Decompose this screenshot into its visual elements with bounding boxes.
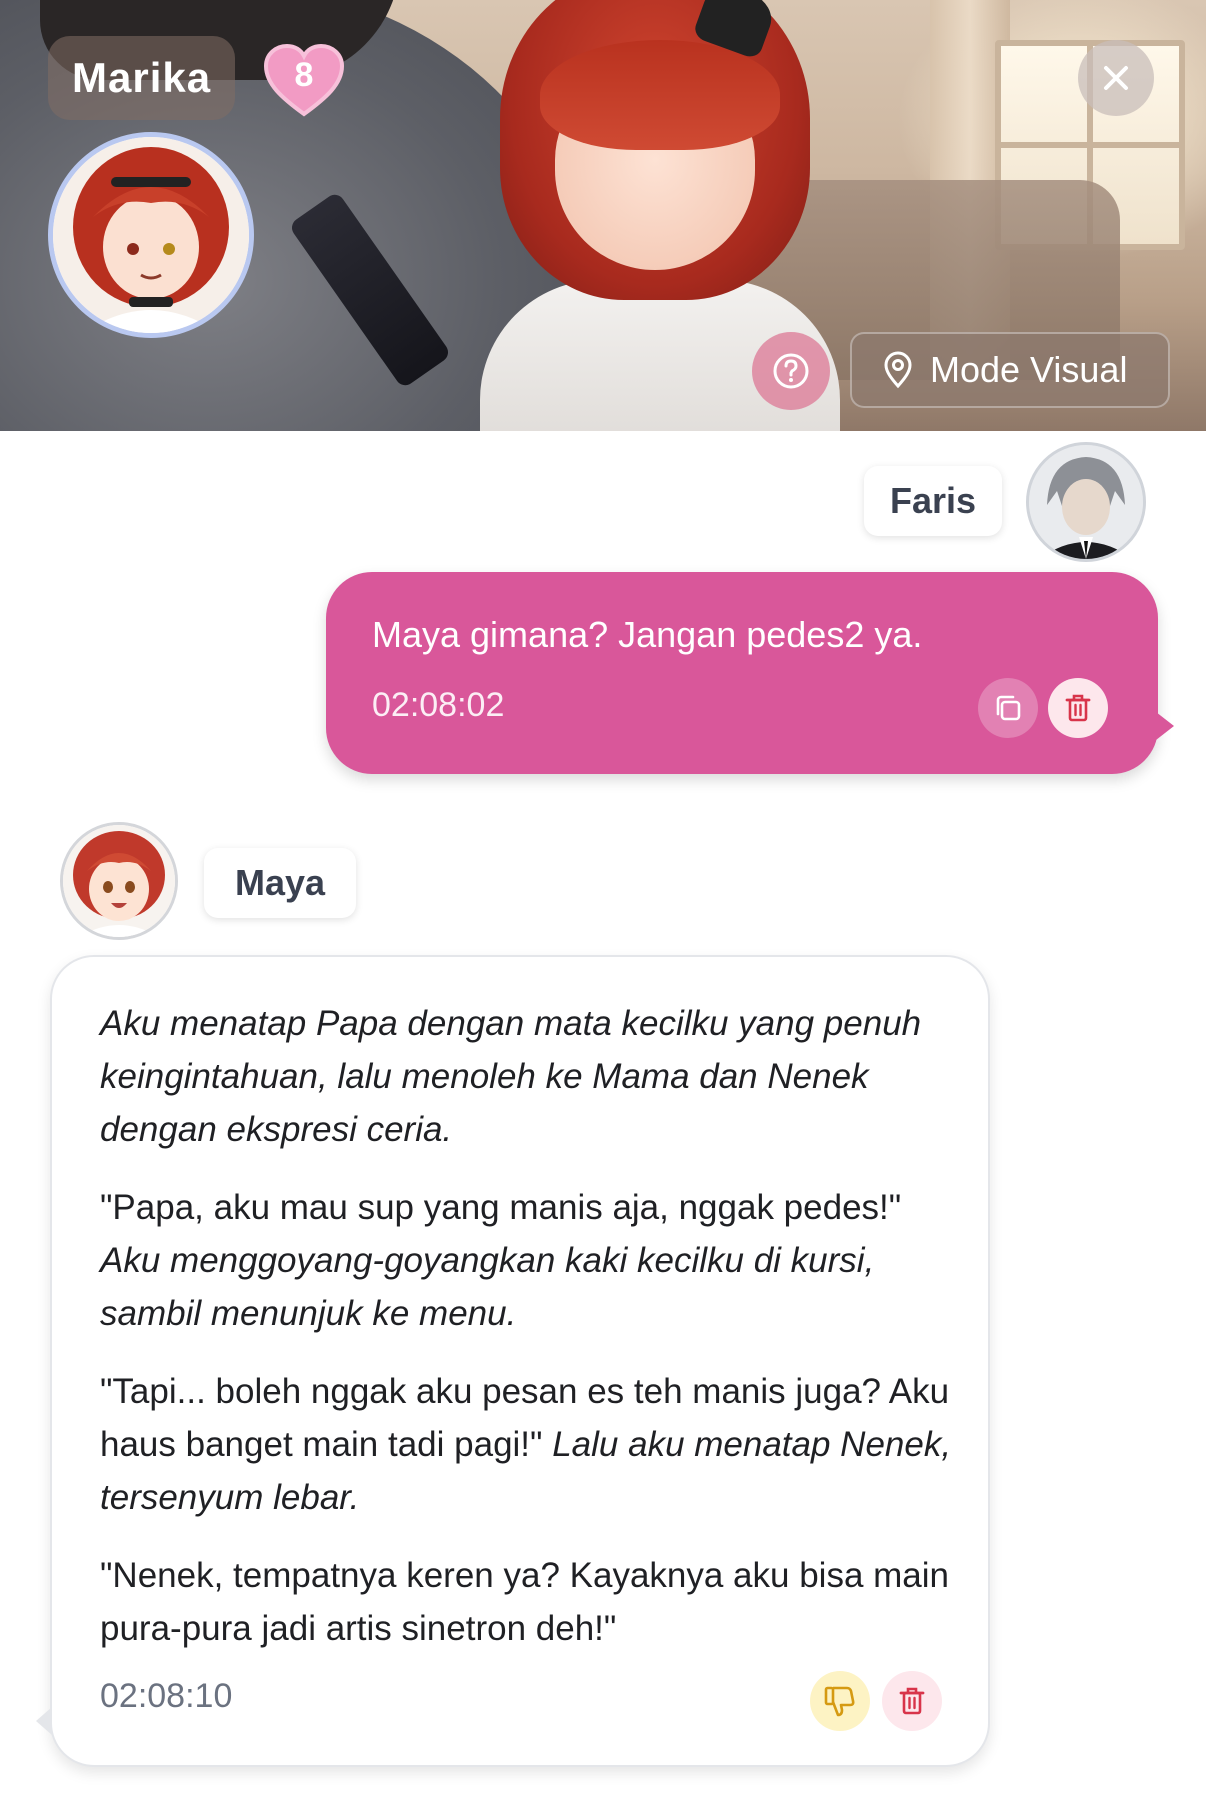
maya-name-chip: Maya: [204, 848, 356, 918]
copy-button[interactable]: [978, 678, 1038, 738]
map-pin-icon: [884, 351, 912, 389]
delete-user-message-button[interactable]: [1048, 678, 1108, 738]
dislike-button[interactable]: [810, 1671, 870, 1731]
dialogue-text: "Nenek, tempatnya keren ya? Kayaknya aku…: [100, 1556, 950, 1648]
close-icon: [1104, 66, 1128, 90]
character-message-time: 02:08:10: [100, 1677, 233, 1715]
affection-badge[interactable]: 8: [262, 42, 346, 118]
trash-icon: [899, 1687, 925, 1715]
affection-level: 8: [294, 56, 314, 94]
narration-text: Aku menggoyang-goyangkan kaki kecilku di…: [100, 1241, 875, 1333]
copy-icon: [996, 695, 1021, 721]
character-name-chip[interactable]: Marika: [48, 36, 236, 120]
question-circle-icon: [773, 353, 809, 389]
character-avatar[interactable]: [48, 132, 254, 338]
dialogue-text: "Papa, aku mau sup yang manis aja, nggak…: [100, 1188, 902, 1227]
maya-name: Maya: [234, 862, 326, 903]
user-message-bubble: Maya gimana? Jangan pedes2 ya. 02:08:02: [326, 572, 1174, 774]
user-message-time: 02:08:02: [372, 686, 505, 724]
scene-girl-bangs: [540, 40, 780, 150]
character-name: Marika: [72, 54, 212, 101]
delete-character-message-button[interactable]: [882, 1671, 942, 1731]
maya-avatar-image: [63, 825, 175, 937]
maya-avatar[interactable]: [60, 822, 178, 940]
thumbs-down-icon: [824, 1686, 855, 1717]
message-paragraph: "Papa, aku mau sup yang manis aja, nggak…: [100, 1181, 960, 1340]
close-button[interactable]: [1078, 40, 1154, 116]
user-message-text: Maya gimana? Jangan pedes2 ya.: [372, 614, 923, 655]
bubble-tail: [36, 1707, 52, 1735]
message-paragraph: "Tapi... boleh nggak aku pesan es teh ma…: [100, 1365, 960, 1524]
character-message-text: Aku menatap Papa dengan mata kecilku yan…: [100, 997, 960, 1680]
mode-visual-label: Mode Visual: [930, 349, 1128, 390]
mode-visual-button[interactable]: Mode Visual: [850, 332, 1170, 408]
help-button[interactable]: [752, 332, 830, 410]
user-avatar[interactable]: [1026, 442, 1146, 562]
trash-icon: [1065, 694, 1091, 722]
bubble-tail: [1156, 712, 1174, 740]
user-name-chip: Faris: [864, 466, 1002, 536]
message-paragraph: Aku menatap Papa dengan mata kecilku yan…: [100, 997, 960, 1156]
scene-image: Marika 8 Mode Visual: [0, 0, 1206, 431]
narration-text: Aku menatap Papa dengan mata kecilku yan…: [100, 1004, 922, 1149]
user-name: Faris: [889, 480, 977, 521]
character-message-bubble: Aku menatap Papa dengan mata kecilku yan…: [36, 955, 990, 1767]
message-paragraph: "Nenek, tempatnya keren ya? Kayaknya aku…: [100, 1549, 960, 1655]
user-avatar-image: [1029, 445, 1143, 559]
character-avatar-image: [53, 137, 249, 333]
